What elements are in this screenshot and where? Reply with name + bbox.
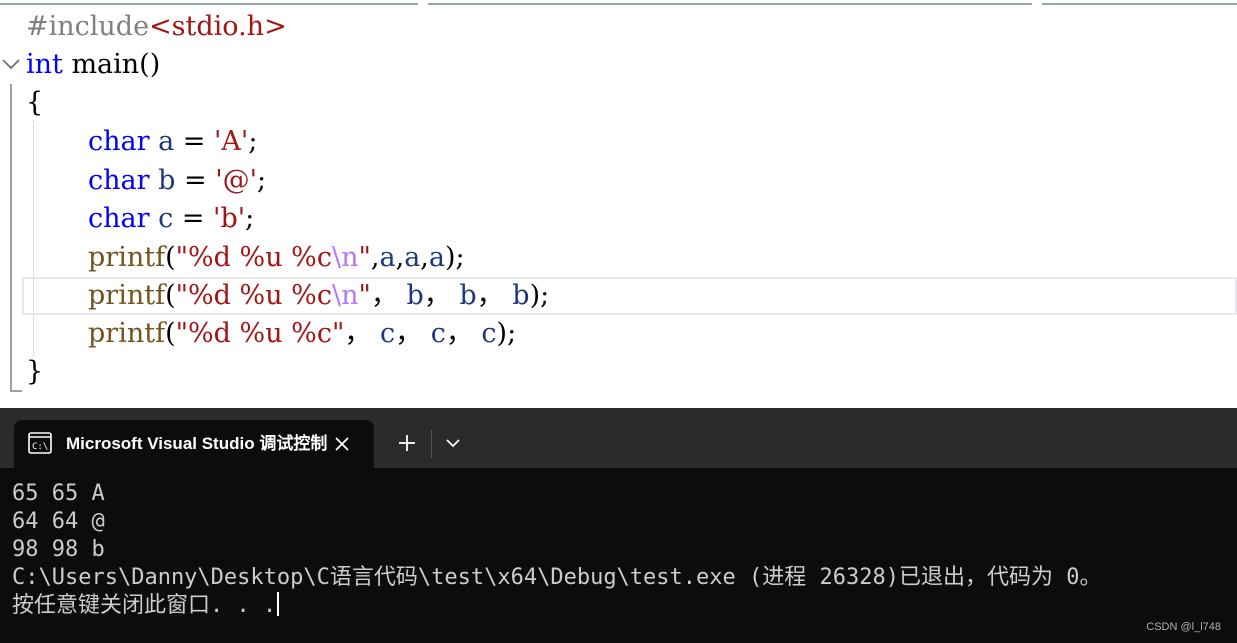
code-token: ， <box>344 318 380 349</box>
code-token: ， <box>423 280 460 311</box>
plus-icon[interactable] <box>394 430 420 456</box>
code-line-3[interactable]: { <box>26 84 43 122</box>
code-token: \n <box>331 242 359 273</box>
code-token: a <box>428 242 445 273</box>
code-token: "%d %u %c <box>175 280 332 311</box>
code-token: b <box>406 280 424 311</box>
console-line: 64 64 @ <box>12 509 105 534</box>
code-token: } <box>26 356 44 387</box>
code-line-5[interactable]: char b = '@'; <box>88 162 266 200</box>
text-cursor <box>277 592 280 616</box>
debug-console-window[interactable]: C:\ Microsoft Visual Studio 调试控制台 65 65 … <box>0 408 1237 643</box>
console-line: C:\Users\Danny\Desktop\C语言代码\test\x64\De… <box>12 565 1102 590</box>
tab-strip-segment <box>1042 0 1237 5</box>
terminal-tab-bar: C:\ Microsoft Visual Studio 调试控制台 <box>0 408 1237 468</box>
code-token: ， <box>370 280 407 311</box>
code-line-4[interactable]: char a = 'A'; <box>88 123 257 161</box>
code-line-6[interactable]: char c = 'b'; <box>88 200 254 238</box>
code-token: ( <box>165 318 176 349</box>
code-token: , <box>395 242 405 273</box>
code-token: "%d %u %c <box>175 242 332 273</box>
tab-strip-segment <box>428 0 1032 5</box>
code-token: ， <box>395 318 431 349</box>
terminal-icon: C:\ <box>28 432 52 454</box>
code-line-10[interactable]: } <box>26 353 43 391</box>
code-token: c <box>481 318 497 349</box>
code-token: , <box>420 242 429 273</box>
code-editor[interactable]: #include<stdio.h> int main() { char a = … <box>0 0 1237 408</box>
code-token: printf <box>88 318 166 349</box>
code-token: ; <box>248 126 258 157</box>
console-prompt-line: 按任意键关闭此窗口. . . <box>12 592 1232 620</box>
code-token: printf <box>88 280 166 311</box>
code-token: int <box>26 49 63 80</box>
fold-region-bracket <box>10 84 22 392</box>
fold-chevron-icon[interactable] <box>1 54 21 74</box>
code-token: main() <box>62 49 161 80</box>
tab-title: Microsoft Visual Studio 调试控制台 <box>66 434 328 453</box>
editor-tab-strip <box>0 0 1237 6</box>
code-token: <stdio.h> <box>149 11 287 42</box>
code-token: " <box>358 242 371 273</box>
close-icon[interactable] <box>330 432 354 456</box>
chevron-down-icon[interactable] <box>442 432 464 454</box>
code-token: a <box>149 126 175 157</box>
code-token: b <box>149 165 176 196</box>
svg-text:C:\: C:\ <box>32 442 48 452</box>
code-token: '@' <box>215 165 258 196</box>
code-token: ); <box>445 242 465 273</box>
code-token: ); <box>496 318 517 349</box>
code-token: c <box>430 318 446 349</box>
code-token: \n <box>331 280 359 311</box>
code-token: ， <box>476 280 513 311</box>
code-token: printf <box>88 242 166 273</box>
code-line-7[interactable]: printf("%d %u %c\n",a,a,a); <box>88 239 465 277</box>
code-token: char <box>88 203 150 234</box>
code-token: ， <box>445 318 482 349</box>
code-token: " <box>358 280 371 311</box>
code-token: ; <box>257 165 267 196</box>
console-line: 65 65 A <box>12 481 105 506</box>
code-token: b <box>512 280 530 311</box>
code-token: = <box>174 126 214 157</box>
watermark: CSDN @l_l748 <box>1146 621 1221 633</box>
code-token: b <box>459 280 477 311</box>
code-token: char <box>88 165 150 196</box>
code-token: = <box>175 165 216 196</box>
indent-guide <box>33 120 34 356</box>
code-token: ( <box>165 242 176 273</box>
code-line-2[interactable]: int main() <box>26 46 160 84</box>
code-token: 'b' <box>213 203 246 234</box>
code-token: { <box>26 87 44 118</box>
code-line-1[interactable]: #include<stdio.h> <box>26 8 287 46</box>
code-token: char <box>88 126 150 157</box>
code-line-8[interactable]: printf("%d %u %c\n"， b， b， b); <box>88 277 549 315</box>
console-line: 98 98 b <box>12 537 105 562</box>
tab-strip-segment <box>0 0 418 5</box>
console-output[interactable]: 65 65 A 64 64 @ 98 98 b C:\Users\Danny\D… <box>12 480 1232 620</box>
code-token: ( <box>165 280 176 311</box>
console-prompt-text: 按任意键关闭此窗口. . . <box>12 593 277 618</box>
code-token: #include <box>26 11 150 42</box>
code-token: ; <box>245 203 255 234</box>
tab-debug-console[interactable]: C:\ Microsoft Visual Studio 调试控制台 <box>14 420 374 468</box>
code-token: a <box>379 242 396 273</box>
code-token: "%d %u %c" <box>175 318 345 349</box>
tab-separator <box>431 430 432 458</box>
code-token: 'A' <box>214 126 249 157</box>
code-line-9[interactable]: printf("%d %u %c"， c， c， c); <box>88 315 516 353</box>
code-token: c <box>379 318 396 349</box>
code-token: ); <box>529 280 550 311</box>
code-token: a <box>404 242 421 273</box>
code-token: = <box>173 203 214 234</box>
code-token: c <box>149 203 174 234</box>
